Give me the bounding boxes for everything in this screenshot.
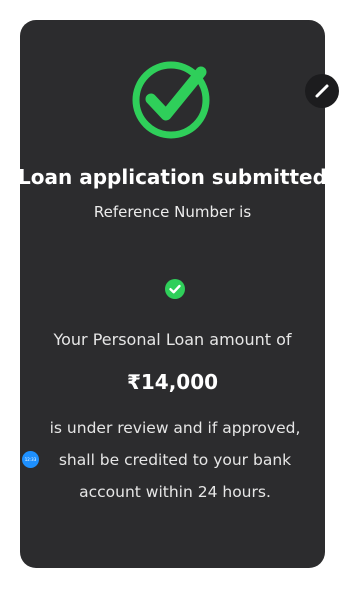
edit-button[interactable] xyxy=(305,74,339,108)
floating-indicator[interactable]: 12:33 xyxy=(22,451,39,468)
check-circle-icon xyxy=(132,61,210,139)
review-line: account within 24 hours. xyxy=(79,483,271,501)
review-line: is under review and if approved, xyxy=(49,419,301,437)
edit-icon xyxy=(315,84,329,98)
loan-amount: ₹14,000 xyxy=(126,370,219,394)
review-line: shall be credited to your bank xyxy=(58,451,292,469)
amount-intro-text: Your Personal Loan amount of xyxy=(53,330,292,349)
check-badge-icon xyxy=(165,279,185,299)
page-title: Loan application submitted xyxy=(18,165,327,189)
reference-number-label: Reference Number is xyxy=(93,203,252,221)
review-message: is under review and if approved, shall b… xyxy=(20,412,330,508)
